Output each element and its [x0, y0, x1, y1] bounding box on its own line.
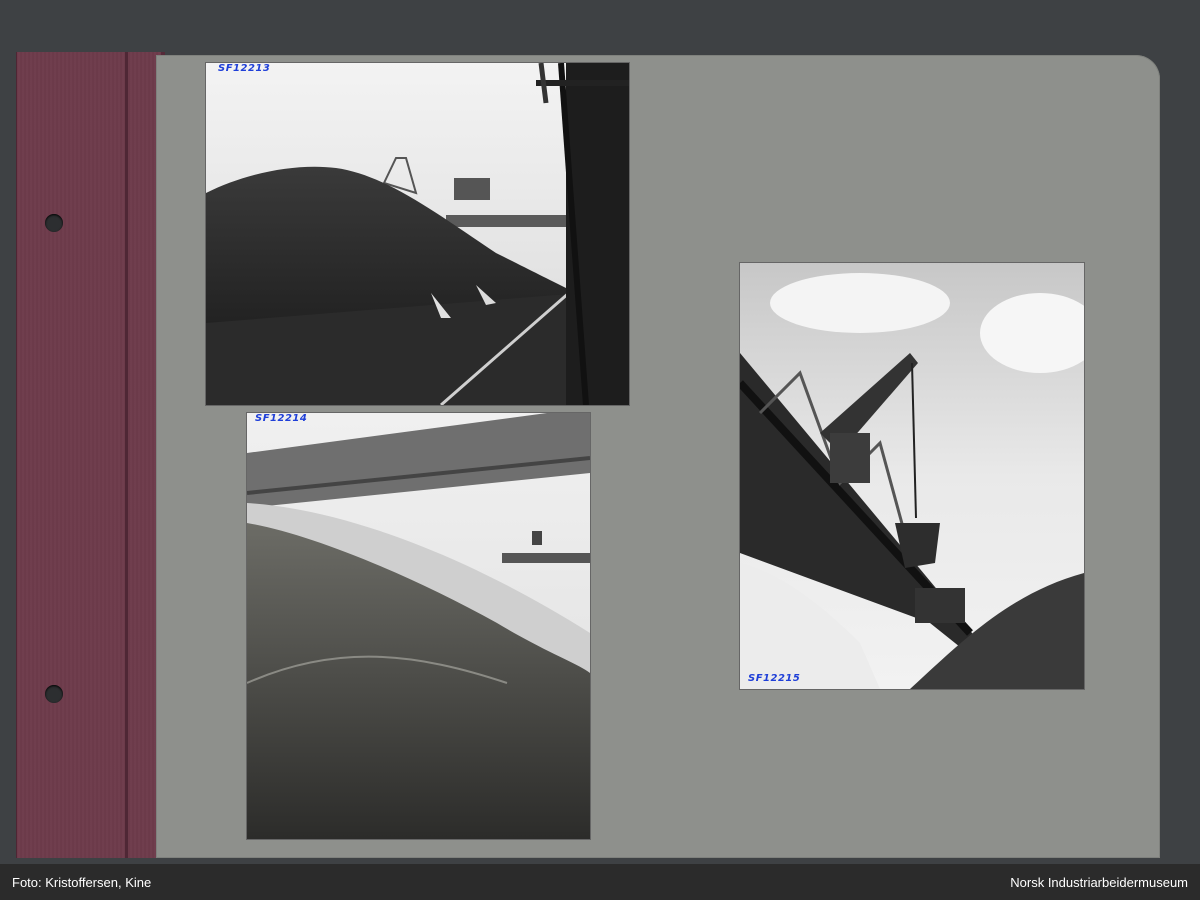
- footer-bar: Foto: Kristoffersen, Kine Norsk Industri…: [0, 864, 1200, 900]
- photo-ore-pile-image: [247, 413, 590, 839]
- photo-coal-pile[interactable]: SF12213: [206, 63, 629, 405]
- spine-crease: [125, 52, 128, 858]
- photo-code-label: SF12215: [748, 673, 801, 684]
- photo-crane-image: [740, 263, 1084, 689]
- punch-hole-bottom: [45, 685, 63, 703]
- photo-code-label: SF12214: [255, 413, 308, 424]
- museum-name: Norsk Industriarbeidermuseum: [1010, 874, 1188, 890]
- photo-ore-pile[interactable]: SF12214: [247, 413, 590, 839]
- photo-code-label: SF12213: [218, 63, 271, 74]
- album-spine: [16, 52, 165, 858]
- punch-hole-top: [45, 214, 63, 232]
- photo-crane[interactable]: SF12215: [740, 263, 1084, 689]
- photo-credit: Foto: Kristoffersen, Kine: [12, 874, 152, 890]
- photo-coal-pile-image: [206, 63, 629, 405]
